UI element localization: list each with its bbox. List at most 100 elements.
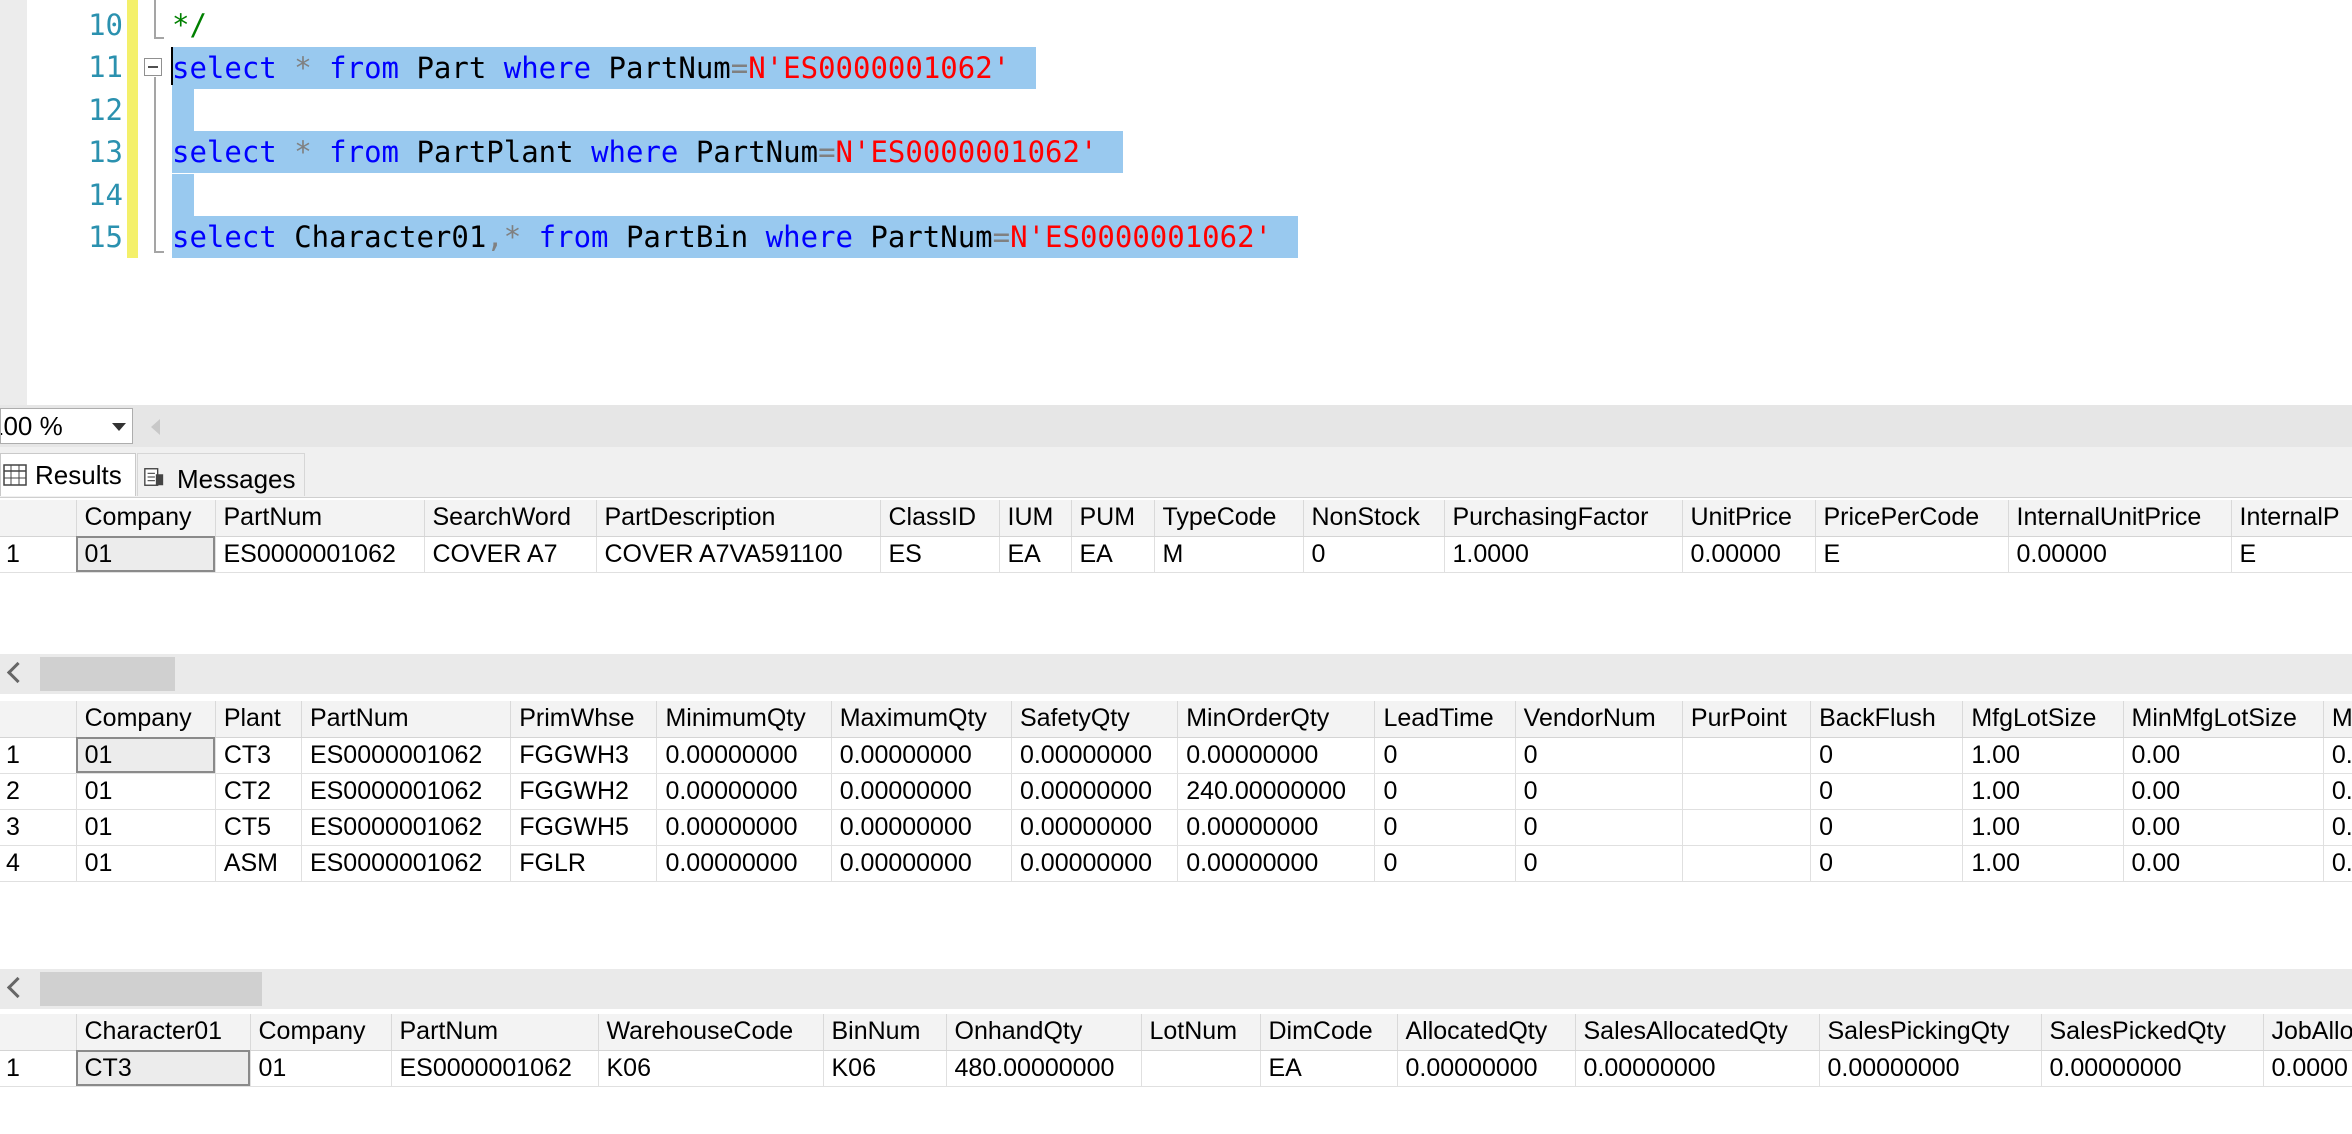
- table-cell[interactable]: 0.: [2323, 845, 2352, 882]
- table-cell[interactable]: [1682, 845, 1812, 882]
- table-cell[interactable]: 0: [1515, 845, 1683, 882]
- table-cell[interactable]: 0: [1515, 773, 1683, 810]
- column-header[interactable]: PurchasingFactor: [1444, 500, 1683, 537]
- row-number-header[interactable]: [0, 500, 77, 537]
- table-cell[interactable]: 0: [1810, 809, 1964, 846]
- table-cell[interactable]: 0.00000: [1682, 536, 1816, 573]
- table-cell[interactable]: 0.00000000: [656, 845, 832, 882]
- table-cell[interactable]: 0: [1374, 845, 1516, 882]
- column-header[interactable]: InternalP: [2231, 500, 2352, 537]
- column-header[interactable]: NonStock: [1303, 500, 1445, 537]
- table-cell[interactable]: 0: [1374, 809, 1516, 846]
- column-header[interactable]: PUM: [1071, 500, 1155, 537]
- table-cell[interactable]: 1.00: [1962, 845, 2124, 882]
- table-cell[interactable]: 0.00000000: [831, 845, 1012, 882]
- table-cell[interactable]: 01: [76, 773, 216, 810]
- table-cell[interactable]: 01: [76, 737, 216, 774]
- table-cell[interactable]: ES0000001062: [215, 536, 425, 573]
- row-number-header[interactable]: [0, 1014, 77, 1051]
- table-row[interactable]: 4 01 ASM ES0000001062 FGLR 0.00000000 0.…: [0, 845, 2352, 882]
- column-header[interactable]: VendorNum: [1515, 701, 1683, 738]
- scroll-left-icon[interactable]: [6, 976, 29, 999]
- column-header[interactable]: Company: [76, 500, 216, 537]
- column-header[interactable]: SafetyQty: [1011, 701, 1179, 738]
- table-cell[interactable]: 0.00000000: [1011, 845, 1179, 882]
- column-header[interactable]: SearchWord: [424, 500, 597, 537]
- row-number[interactable]: 3: [0, 809, 77, 846]
- horizontal-scrollbar[interactable]: [0, 969, 2352, 1009]
- table-row[interactable]: 2 01 CT2 ES0000001062 FGGWH2 0.00000000 …: [0, 773, 2352, 810]
- column-header[interactable]: BackFlush: [1810, 701, 1964, 738]
- table-cell[interactable]: 0.00000000: [831, 737, 1012, 774]
- table-cell[interactable]: 0.00000000: [656, 773, 832, 810]
- table-cell[interactable]: COVER A7: [424, 536, 597, 573]
- scroll-left-icon[interactable]: [151, 419, 160, 435]
- table-cell[interactable]: FGGWH3: [510, 737, 658, 774]
- table-cell[interactable]: 0.00000000: [831, 809, 1012, 846]
- table-cell[interactable]: 1.0000: [1444, 536, 1683, 573]
- table-cell[interactable]: 0.00000000: [831, 773, 1012, 810]
- collapse-icon[interactable]: [144, 58, 162, 76]
- column-header[interactable]: PartDescription: [596, 500, 881, 537]
- table-cell[interactable]: 0.00000000: [656, 809, 832, 846]
- row-number-header[interactable]: [0, 701, 77, 738]
- table-cell[interactable]: 0.: [2323, 737, 2352, 774]
- table-cell[interactable]: 0.00000: [2008, 536, 2232, 573]
- table-cell[interactable]: 0.00: [2123, 809, 2324, 846]
- table-cell[interactable]: ES0000001062: [301, 737, 512, 774]
- table-cell[interactable]: 480.00000000: [946, 1050, 1142, 1087]
- table-cell[interactable]: CT3: [215, 737, 302, 774]
- table-cell[interactable]: 0.00: [2123, 773, 2324, 810]
- table-cell[interactable]: [1682, 737, 1812, 774]
- table-cell[interactable]: ES0000001062: [391, 1050, 599, 1087]
- table-cell[interactable]: 0: [1374, 773, 1516, 810]
- table-cell[interactable]: 0.: [2323, 773, 2352, 810]
- table-cell[interactable]: 1.00: [1962, 737, 2124, 774]
- column-header[interactable]: PartNum: [301, 701, 512, 738]
- table-cell[interactable]: 01: [250, 1050, 392, 1087]
- tab-messages[interactable]: Messages: [137, 453, 305, 496]
- column-header[interactable]: Plant: [215, 701, 302, 738]
- column-header[interactable]: MinOrderQty: [1177, 701, 1376, 738]
- table-row[interactable]: 1 CT3 01 ES0000001062 K06 K06 480.000000…: [0, 1050, 2352, 1087]
- row-number[interactable]: 1: [0, 536, 77, 573]
- column-header[interactable]: OnhandQty: [946, 1014, 1142, 1051]
- table-cell[interactable]: EA: [999, 536, 1072, 573]
- column-header[interactable]: SalesPickingQty: [1819, 1014, 2042, 1051]
- row-number[interactable]: 1: [0, 1050, 77, 1087]
- table-cell[interactable]: 0.00000000: [1177, 737, 1376, 774]
- column-header[interactable]: M: [2323, 701, 2352, 738]
- column-header[interactable]: TypeCode: [1154, 500, 1304, 537]
- query-editor[interactable]: 10 11 12 13 14 15 */ select * from Part …: [0, 0, 2352, 405]
- table-cell[interactable]: 01: [76, 809, 216, 846]
- table-cell[interactable]: CT3: [76, 1050, 251, 1087]
- table-cell[interactable]: 0.00000000: [1011, 809, 1179, 846]
- table-cell[interactable]: [1682, 773, 1812, 810]
- table-cell[interactable]: 01: [76, 536, 216, 573]
- column-header[interactable]: PartNum: [215, 500, 425, 537]
- table-cell[interactable]: 0.00000000: [1011, 773, 1179, 810]
- table-cell[interactable]: 01: [76, 845, 216, 882]
- table-cell[interactable]: 0.00000000: [1011, 737, 1179, 774]
- table-cell[interactable]: 0: [1810, 737, 1964, 774]
- table-cell[interactable]: FGGWH2: [510, 773, 658, 810]
- table-cell[interactable]: 0: [1374, 737, 1516, 774]
- scrollbar-thumb[interactable]: [40, 972, 262, 1006]
- column-header[interactable]: WarehouseCode: [598, 1014, 824, 1051]
- table-cell[interactable]: ES: [880, 536, 1000, 573]
- column-header[interactable]: SalesPickedQty: [2041, 1014, 2264, 1051]
- scrollbar-thumb[interactable]: [40, 657, 175, 691]
- table-row[interactable]: 3 01 CT5 ES0000001062 FGGWH5 0.00000000 …: [0, 809, 2352, 846]
- table-cell[interactable]: CT2: [215, 773, 302, 810]
- table-cell[interactable]: CT5: [215, 809, 302, 846]
- table-cell[interactable]: 240.00000000: [1177, 773, 1376, 810]
- column-header[interactable]: LotNum: [1141, 1014, 1261, 1051]
- column-header[interactable]: UnitPrice: [1682, 500, 1816, 537]
- table-cell[interactable]: M: [1154, 536, 1304, 573]
- column-header[interactable]: MinMfgLotSize: [2123, 701, 2324, 738]
- column-header[interactable]: Company: [250, 1014, 392, 1051]
- table-cell[interactable]: 0: [1303, 536, 1445, 573]
- column-header[interactable]: MaximumQty: [831, 701, 1012, 738]
- horizontal-scrollbar[interactable]: [0, 654, 2352, 694]
- table-cell[interactable]: E: [2231, 536, 2352, 573]
